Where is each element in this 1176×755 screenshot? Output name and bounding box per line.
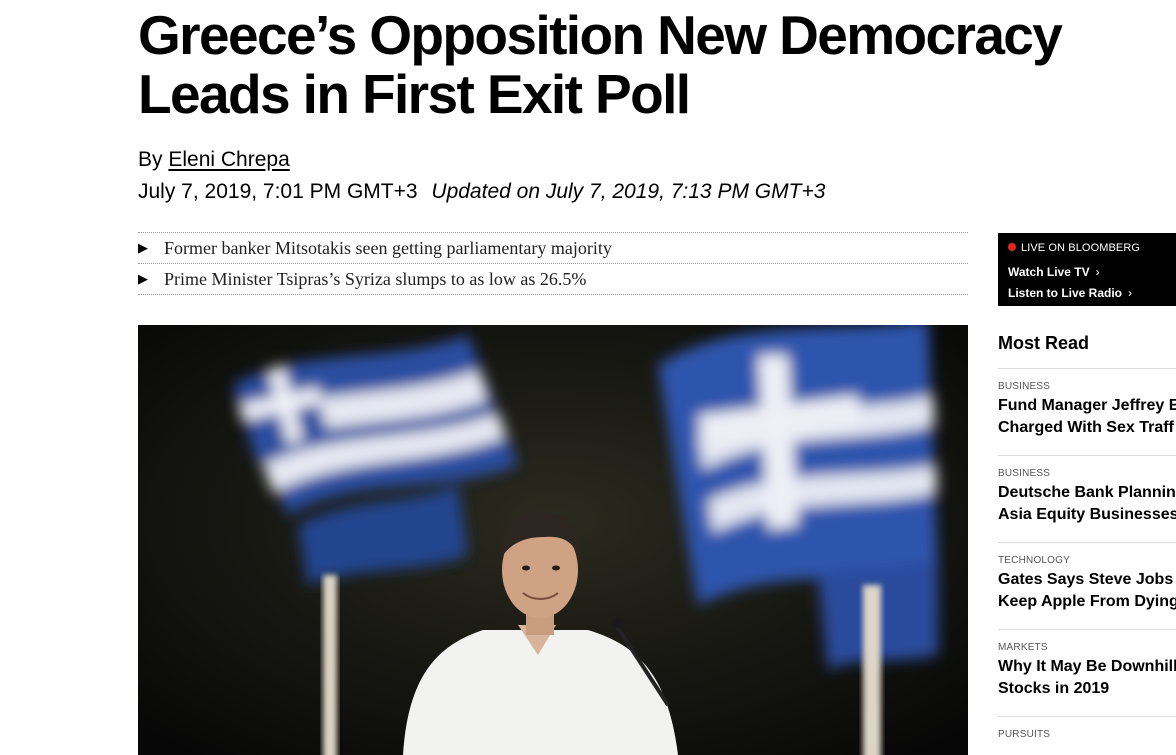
abstract-text: Prime Minister Tsipras’s Syriza slumps t… — [164, 269, 587, 289]
live-on-bloomberg-panel: LIVE ON BLOOMBERG Watch Live TV › Listen … — [998, 233, 1176, 306]
most-read-title[interactable]: Gates Says Steve Jobs Keep Apple From Dy… — [998, 569, 1176, 613]
most-read-category: BUSINESS — [998, 468, 1051, 479]
most-read-item[interactable]: MARKETS Why It May Be Downhill Stocks in… — [998, 629, 1176, 700]
most-read-item[interactable]: BUSINESS Fund Manager Jeffrey E Charged … — [998, 368, 1176, 439]
byline-prefix: By — [138, 148, 163, 171]
watch-live-tv-link[interactable]: Watch Live TV › — [1008, 265, 1100, 279]
listen-live-radio-label: Listen to Live Radio — [1008, 286, 1123, 300]
abstract-item: ▶ Prime Minister Tsipras’s Syriza slumps… — [138, 264, 968, 295]
most-read-item[interactable]: TECHNOLOGY Gates Says Steve Jobs Keep Ap… — [998, 542, 1176, 613]
most-read-title-line: Fund Manager Jeffrey E — [998, 397, 1176, 414]
updated-time: Updated on July 7, 2019, 7:13 PM GMT+3 — [431, 180, 826, 203]
watch-live-tv-label: Watch Live TV — [1008, 265, 1090, 279]
author-link[interactable]: Eleni Chrepa — [168, 148, 289, 171]
live-tag: LIVE ON BLOOMBERG — [1008, 242, 1140, 254]
abstract-list: ▶ Former banker Mitsotakis seen getting … — [138, 232, 968, 295]
triangle-right-icon: ▶ — [138, 271, 148, 286]
byline: By Eleni Chrepa — [138, 148, 290, 172]
most-read-category: PURSUITS — [998, 729, 1051, 740]
most-read-title[interactable]: Fund Manager Jeffrey E Charged With Sex … — [998, 395, 1176, 439]
most-read-title-line: Charged With Sex Traff — [998, 419, 1174, 436]
live-dot-icon — [1008, 243, 1016, 251]
most-read-category: TECHNOLOGY — [998, 555, 1071, 566]
dateline: July 7, 2019, 7:01 PM GMT+3 Updated on J… — [138, 180, 825, 204]
most-read-title[interactable]: Deutsche Bank Plannin Asia Equity Busine… — [998, 482, 1176, 526]
most-read-category: BUSINESS — [998, 381, 1051, 392]
headline-line-2: Leads in First Exit Poll — [138, 63, 691, 125]
most-read-category: MARKETS — [998, 642, 1048, 653]
most-read-item[interactable]: PURSUITS — [998, 716, 1176, 741]
published-time: July 7, 2019, 7:01 PM GMT+3 — [138, 180, 418, 203]
most-read-title-line: Asia Equity Businesses — [998, 506, 1176, 523]
listen-live-radio-link[interactable]: Listen to Live Radio › — [1008, 286, 1132, 300]
most-read-title-line: Keep Apple From Dying — [998, 593, 1176, 610]
headline-line-1: Greece’s Opposition New Democracy — [138, 4, 1063, 66]
most-read-title[interactable]: Why It May Be Downhill Stocks in 2019 — [998, 656, 1176, 700]
abstract-item: ▶ Former banker Mitsotakis seen getting … — [138, 233, 968, 264]
most-read-title-line: Deutsche Bank Plannin — [998, 484, 1176, 501]
most-read-title-line: Stocks in 2019 — [998, 680, 1110, 697]
most-read-item[interactable]: BUSINESS Deutsche Bank Plannin Asia Equi… — [998, 455, 1176, 526]
most-read-title-line: Why It May Be Downhill — [998, 658, 1176, 675]
most-read-heading: Most Read — [998, 333, 1090, 353]
chevron-right-icon: › — [1128, 286, 1133, 300]
triangle-right-icon: ▶ — [138, 240, 148, 255]
hero-image — [138, 325, 968, 755]
most-read-title-line: Gates Says Steve Jobs — [998, 571, 1174, 588]
live-tag-label: LIVE ON BLOOMBERG — [1021, 242, 1141, 254]
article-headline: Greece’s Opposition New Democracy Leads … — [138, 6, 1176, 124]
chevron-right-icon: › — [1095, 265, 1100, 279]
abstract-text: Former banker Mitsotakis seen getting pa… — [164, 238, 612, 258]
